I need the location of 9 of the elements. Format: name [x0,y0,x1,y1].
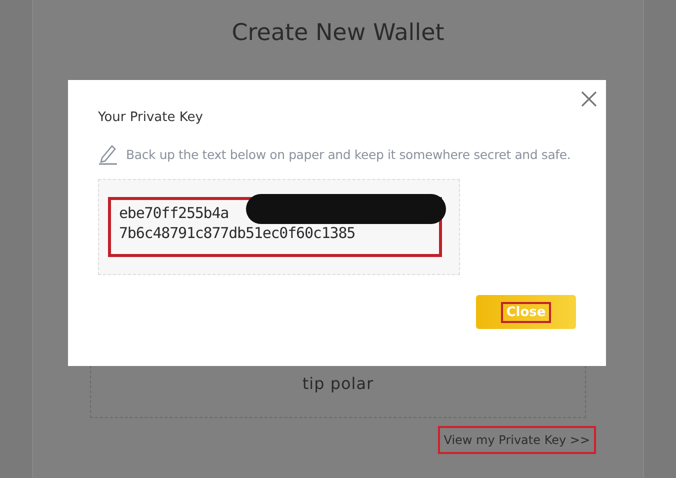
private-key-text: ebe70ff255b4a [119,204,229,222]
mnemonic-text: tip polar [302,374,374,393]
close-icon[interactable] [580,90,598,108]
instruction-text: Back up the text below on paper and keep it somewhere secret and safe. [126,146,571,162]
page-title: Create New Wallet [232,20,444,46]
private-key-text: 7b6c48791c877db51ec0f60c1385 [119,224,356,242]
pencil-icon [98,143,118,165]
dialog-title: Your Private Key [98,110,204,125]
view-private-key-link[interactable]: View my Private Key >> [438,426,596,454]
